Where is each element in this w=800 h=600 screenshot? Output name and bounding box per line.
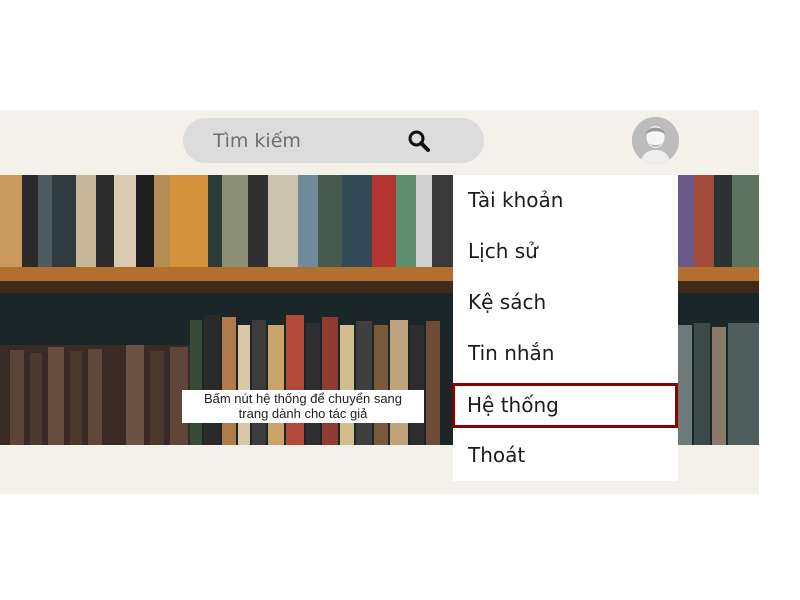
menu-item-bookshelf[interactable]: Kệ sách [453, 277, 678, 328]
menu-item-account[interactable]: Tài khoản [453, 175, 678, 226]
menu-item-history[interactable]: Lịch sử [453, 226, 678, 277]
page: Bấm nút hệ thống để chuyển sang trang dà… [0, 0, 800, 600]
menu-item-system[interactable]: Hệ thống [452, 383, 678, 428]
caption-line-1: Bấm nút hệ thống để chuyển sang [203, 391, 403, 406]
menu-item-logout[interactable]: Thoát [453, 430, 678, 481]
instruction-caption: Bấm nút hệ thống để chuyển sang trang dà… [182, 390, 424, 423]
menu-item-messages[interactable]: Tin nhắn [453, 328, 678, 379]
user-avatar-icon[interactable] [632, 117, 679, 164]
search-input[interactable] [213, 118, 413, 163]
search-icon[interactable] [407, 129, 431, 153]
user-dropdown-menu: Tài khoản Lịch sử Kệ sách Tin nhắn Hệ th… [452, 175, 678, 481]
caption-line-2: trang dành cho tác giả [238, 406, 368, 421]
search-bar[interactable] [183, 118, 484, 163]
